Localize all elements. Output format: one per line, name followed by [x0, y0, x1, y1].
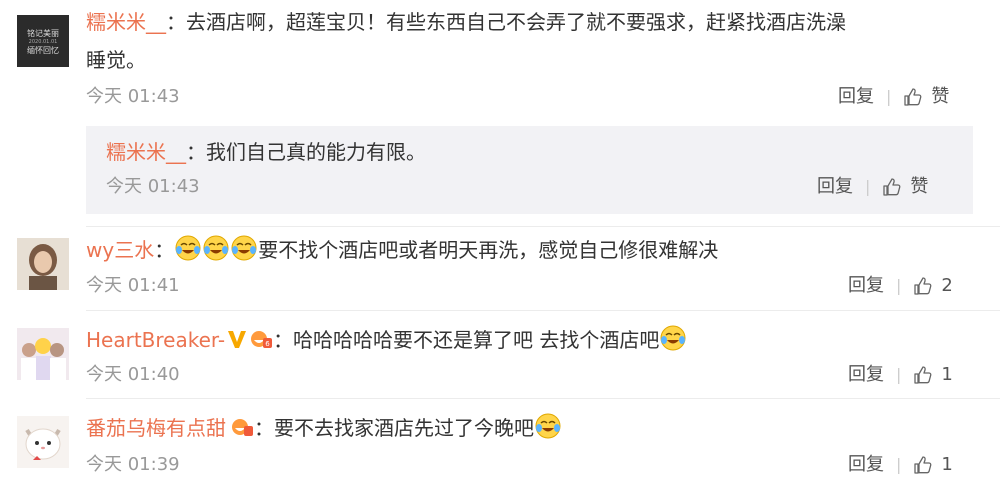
timestamp: 今天 01:43 — [106, 176, 200, 197]
divider: | — [865, 177, 871, 196]
laugh-cry-emoji-icon — [174, 235, 202, 262]
comment-item: wy三水： 要不找个酒店吧或者明天再洗，感觉自己修很难解决 今天 01:41 回复… — [0, 226, 1000, 310]
laugh-cry-emoji-icon — [202, 235, 230, 262]
laugh-cry-emoji-icon — [230, 235, 258, 262]
timestamp: 今天 01:39 — [86, 454, 180, 475]
comment-text-continued: 睡觉。 — [86, 48, 146, 72]
comment-text: ：我们自己真的能力有限。 — [186, 140, 426, 164]
reply-button[interactable]: 回复 — [817, 175, 853, 199]
like-button[interactable]: 赞 — [931, 85, 949, 109]
avatar[interactable] — [17, 328, 69, 380]
comment-text: ：要不去找家酒店先过了今晚吧 — [254, 416, 534, 440]
laugh-cry-emoji-icon — [659, 325, 687, 352]
comment-item: 铭记美丽 2020.01.01 缅怀回忆 糯米米__：去酒店啊，超莲宝贝！有些东… — [0, 0, 1000, 120]
timestamp: 今天 01:41 — [86, 275, 180, 296]
comment-text: ：哈哈哈哈哈要不还是算了吧 去找个酒店吧 — [273, 328, 660, 352]
avatar[interactable]: 铭记美丽 2020.01.01 缅怀回忆 — [17, 15, 69, 67]
svg-text:6: 6 — [265, 340, 270, 348]
member-badge-icon — [230, 416, 254, 440]
like-count[interactable]: 2 — [941, 274, 952, 298]
nested-reply: 糯米米__：我们自己真的能力有限。 今天 01:43 回复 | 赞 — [86, 126, 973, 214]
thumb-up-icon[interactable] — [913, 276, 933, 296]
username[interactable]: wy三水 — [86, 238, 154, 262]
username[interactable]: HeartBreaker- — [86, 328, 225, 352]
avatar[interactable] — [17, 416, 69, 468]
like-button[interactable]: 赞 — [910, 175, 928, 199]
comment-text: 要不找个酒店吧或者明天再洗，感觉自己修很难解决 — [258, 238, 719, 262]
comment-prefix: ： — [154, 238, 175, 262]
thumb-up-icon[interactable] — [913, 365, 933, 385]
comment-text: ：去酒店啊，超莲宝贝！有些东西自己不会弄了就不要强求，赶紧找酒店洗澡 — [166, 10, 846, 34]
reply-button[interactable]: 回复 — [848, 274, 884, 298]
thumb-up-icon[interactable] — [913, 455, 933, 475]
divider: | — [886, 87, 892, 106]
timestamp: 今天 01:40 — [86, 364, 180, 385]
comment-item: 番茄乌梅有点甜 ：要不去找家酒店先过了今晚吧 今天 01:39 回复 | 1 — [0, 398, 1000, 491]
thumb-up-icon[interactable] — [903, 87, 923, 107]
divider: | — [896, 365, 902, 384]
reply-button[interactable]: 回复 — [838, 85, 874, 109]
username[interactable]: 糯米米__ — [86, 10, 166, 34]
member-badge-icon: 6 — [249, 328, 273, 352]
reply-button[interactable]: 回复 — [848, 363, 884, 387]
avatar[interactable] — [17, 238, 69, 290]
like-count[interactable]: 1 — [941, 453, 952, 477]
laugh-cry-emoji-icon — [534, 413, 562, 440]
username[interactable]: 糯米米__ — [106, 140, 186, 164]
divider: | — [896, 455, 902, 474]
comment-item: HeartBreaker- 6 ：哈哈哈哈哈要不还是算了吧 去找个酒店吧 今天 01… — [0, 310, 1000, 398]
like-count[interactable]: 1 — [941, 363, 952, 387]
avatar-caption: 铭记美丽 2020.01.01 缅怀回忆 — [27, 29, 59, 55]
username[interactable]: 番茄乌梅有点甜 — [86, 416, 226, 440]
thumb-up-icon[interactable] — [882, 177, 902, 197]
divider: | — [896, 276, 902, 295]
timestamp: 今天 01:43 — [86, 86, 180, 107]
reply-button[interactable]: 回复 — [848, 453, 884, 477]
verified-v-icon — [225, 328, 249, 352]
